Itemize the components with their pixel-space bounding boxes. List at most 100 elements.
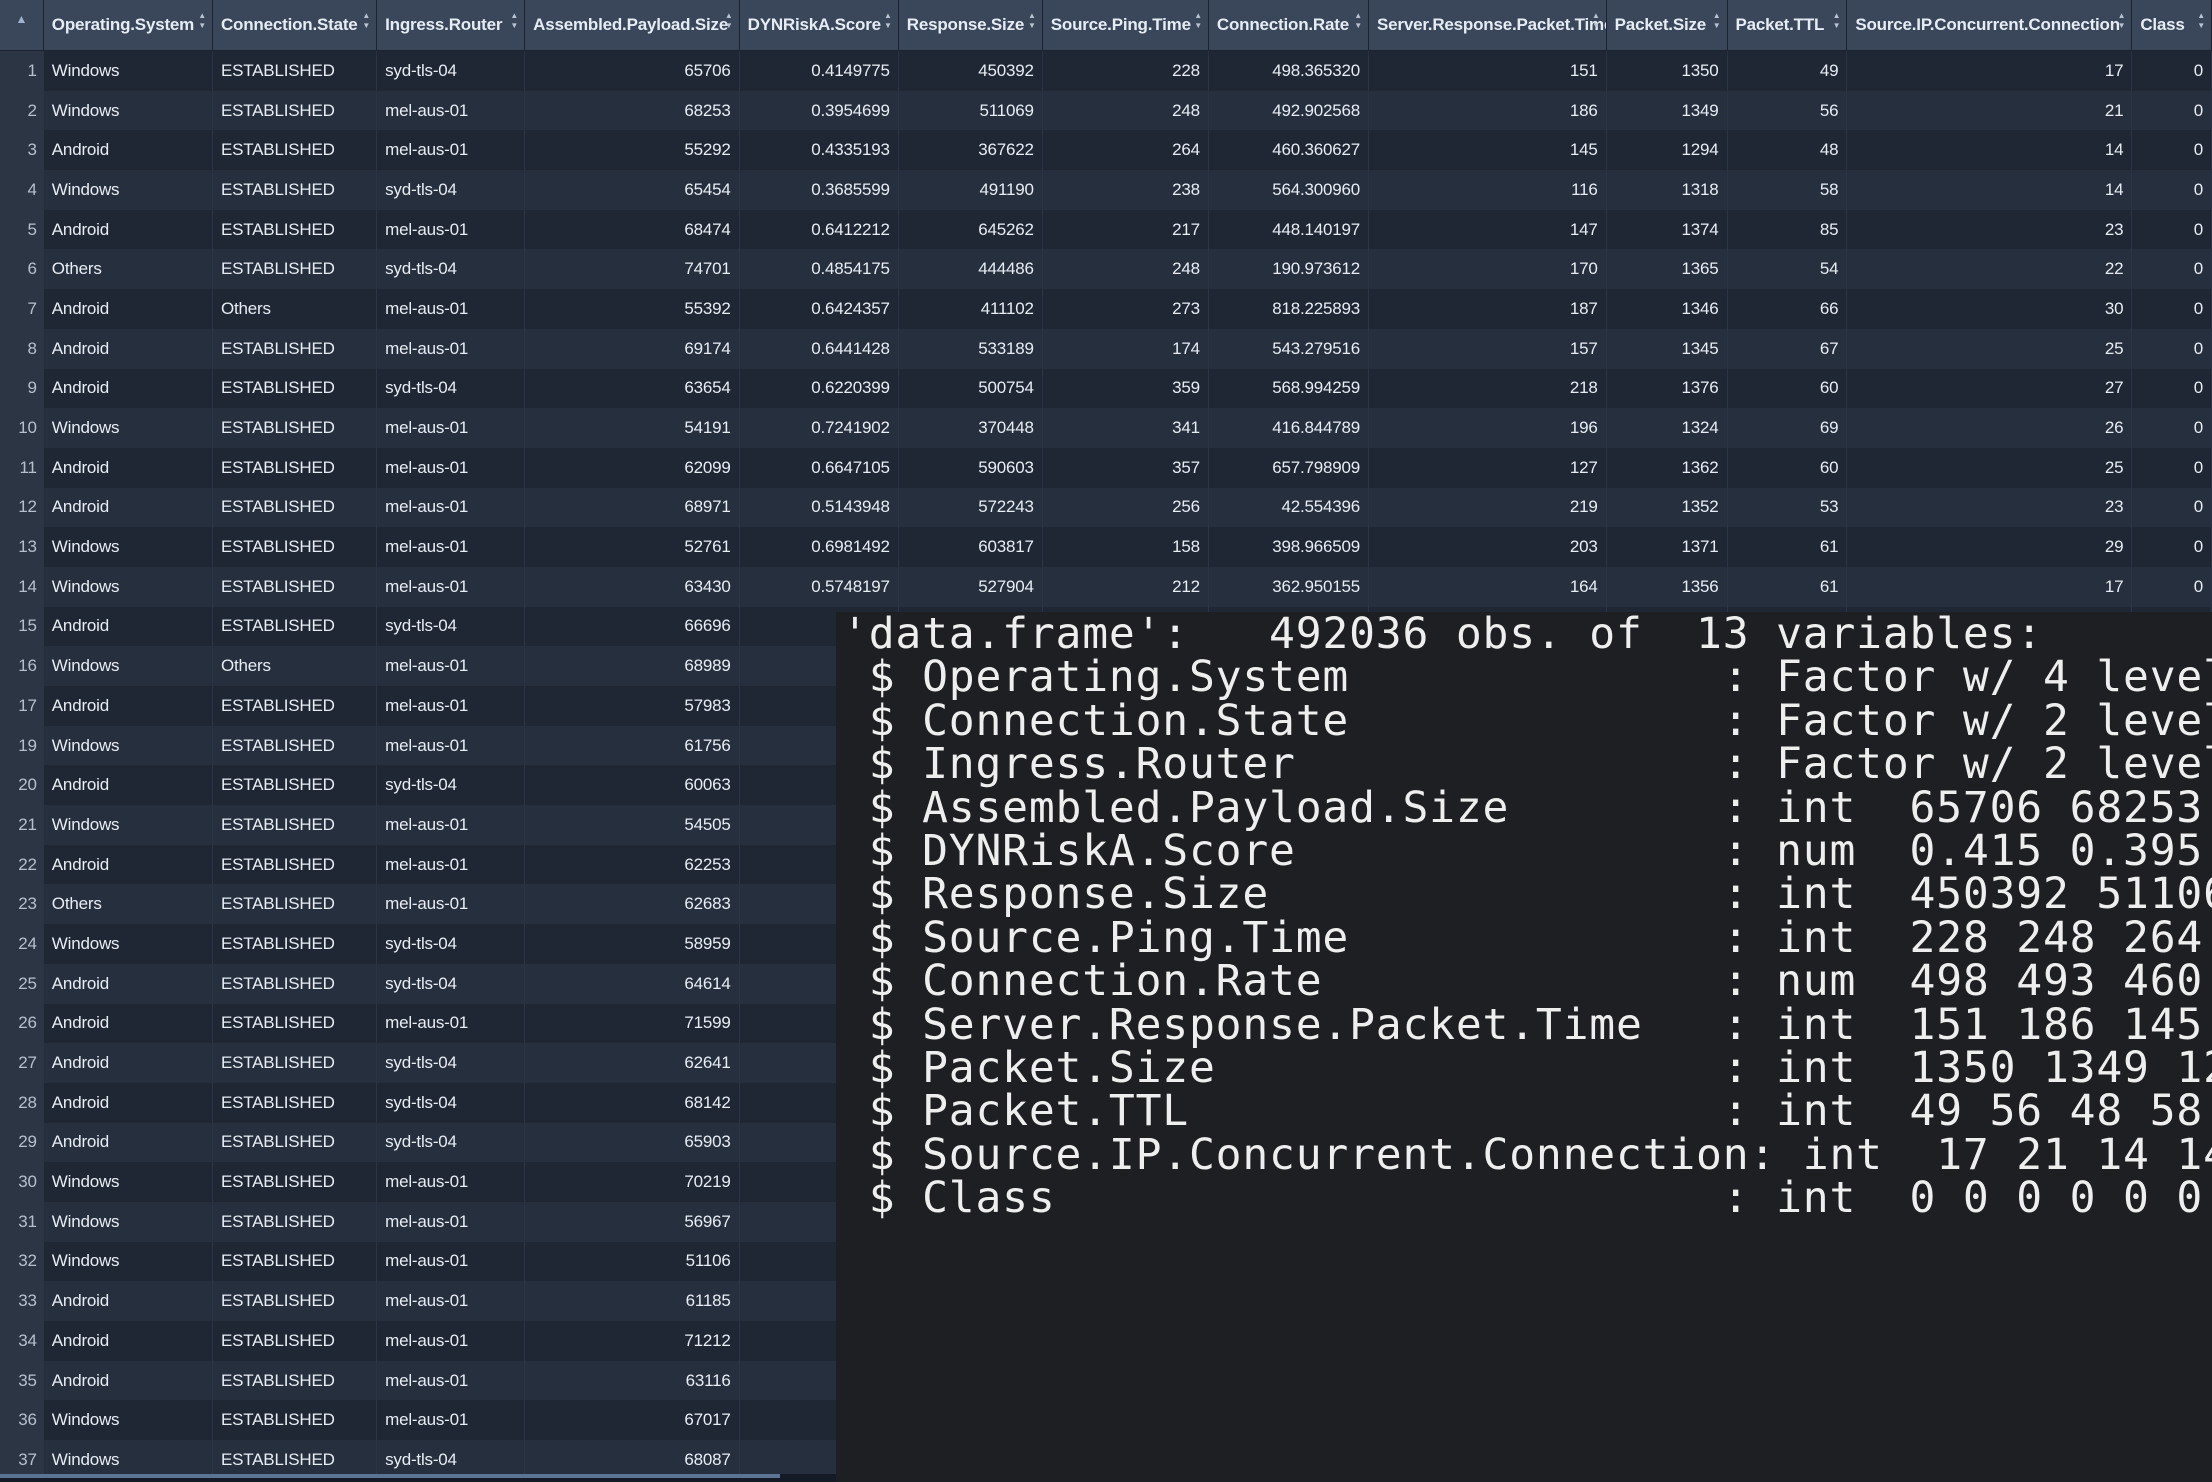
- sort-arrows-icon[interactable]: ▲ ▼: [362, 11, 370, 31]
- sort-arrows-icon[interactable]: ▲ ▼: [510, 11, 518, 31]
- row-number: 17: [0, 686, 44, 726]
- table-cell: 62099: [524, 447, 740, 488]
- column-header-packet-size[interactable]: Packet.Size ▲ ▼: [1606, 0, 1728, 51]
- table-row[interactable]: 3 Android ESTABLISHED mel-aus-01 55292 0.4335…: [0, 130, 2212, 171]
- column-header-packet-ttl[interactable]: Packet.TTL ▲ ▼: [1727, 0, 1848, 51]
- table-row[interactable]: 7 Android Others mel-aus-01 55392 0.6424357 41…: [0, 289, 2212, 329]
- table-cell: syd-tls-04: [376, 170, 526, 210]
- table-cell: Windows: [43, 805, 213, 845]
- table-row[interactable]: 4 Windows ESTABLISHED syd-tls-04 65454 0.3685…: [0, 170, 2212, 210]
- sort-arrows-icon[interactable]: ▲ ▼: [884, 11, 892, 31]
- table-cell: 145: [1368, 130, 1607, 171]
- table-cell: 1294: [1606, 130, 1728, 171]
- table-cell: 65454: [524, 170, 740, 210]
- table-cell: ESTABLISHED: [212, 1043, 378, 1083]
- table-cell: 1376: [1606, 368, 1728, 409]
- table-row[interactable]: 10 Windows ESTABLISHED mel-aus-01 54191 0.724…: [0, 408, 2212, 448]
- table-cell: ESTABLISHED: [212, 487, 378, 528]
- table-row[interactable]: 2 Windows ESTABLISHED mel-aus-01 68253 0.3954…: [0, 90, 2212, 131]
- table-cell: Android: [43, 844, 213, 885]
- table-cell: mel-aus-01: [376, 487, 526, 528]
- row-number: 15: [0, 606, 44, 647]
- table-row[interactable]: 1 Windows ESTABLISHED syd-tls-04 65706 0.4149…: [0, 50, 2212, 91]
- column-header-connection-rate[interactable]: Connection.Rate ▲ ▼: [1208, 0, 1370, 51]
- table-cell: mel-aus-01: [376, 447, 526, 488]
- sort-arrows-icon[interactable]: ▲ ▼: [1194, 11, 1202, 31]
- row-number: 7: [0, 289, 44, 329]
- sort-arrows-icon[interactable]: ▲ ▼: [1713, 11, 1721, 31]
- table-cell: mel-aus-01: [376, 566, 526, 607]
- row-number: 34: [0, 1321, 44, 1361]
- table-cell: 0.4335193: [739, 130, 899, 171]
- sort-arrows-icon[interactable]: ▲ ▼: [1354, 11, 1362, 31]
- scrollbar-thumb[interactable]: [0, 1474, 780, 1478]
- table-cell: 492.902568: [1208, 90, 1370, 131]
- table-cell: 564.300960: [1208, 170, 1370, 210]
- row-number: 30: [0, 1162, 44, 1202]
- row-number: 27: [0, 1043, 44, 1083]
- table-cell: 527904: [898, 566, 1043, 607]
- table-row[interactable]: 12 Android ESTABLISHED mel-aus-01 68971 0.514…: [0, 487, 2212, 528]
- column-header-response-size[interactable]: Response.Size ▲ ▼: [898, 0, 1043, 51]
- table-cell: Windows: [43, 90, 213, 131]
- column-header-assembled-payload-size[interactable]: Assembled.Payload.Size ▲ ▼: [524, 0, 740, 51]
- table-cell: 27: [1846, 368, 2133, 409]
- table-cell: 65903: [524, 1122, 740, 1163]
- column-header-ingress-router[interactable]: Ingress.Router ▲ ▼: [376, 0, 526, 51]
- column-header-label: Class: [2140, 15, 2185, 34]
- row-number: 11: [0, 447, 44, 488]
- table-row[interactable]: 14 Windows ESTABLISHED mel-aus-01 63430 0.574…: [0, 566, 2212, 607]
- table-cell: ESTABLISHED: [212, 1360, 378, 1401]
- table-cell: Android: [43, 963, 213, 1004]
- table-row[interactable]: 13 Windows ESTABLISHED mel-aus-01 52761 0.698…: [0, 527, 2212, 567]
- table-cell: mel-aus-01: [376, 725, 526, 766]
- sort-arrows-icon[interactable]: ▲ ▼: [1592, 11, 1600, 31]
- table-cell: ESTABLISHED: [212, 1003, 378, 1044]
- column-header-dynriska-score[interactable]: DYNRiskA.Score ▲ ▼: [739, 0, 899, 51]
- sort-arrows-icon[interactable]: ▲ ▼: [2118, 11, 2126, 31]
- row-number: 6: [0, 249, 44, 290]
- table-row[interactable]: 11 Android ESTABLISHED mel-aus-01 62099 0.664…: [0, 447, 2212, 488]
- table-cell: syd-tls-04: [376, 924, 526, 964]
- table-cell: ESTABLISHED: [212, 1201, 378, 1242]
- table-cell: mel-aus-01: [376, 1321, 526, 1361]
- table-row[interactable]: 9 Android ESTABLISHED syd-tls-04 63654 0.6220…: [0, 368, 2212, 409]
- table-cell: 25: [1846, 328, 2133, 369]
- table-cell: 22: [1846, 249, 2133, 290]
- sort-arrows-icon[interactable]: ▲ ▼: [2197, 11, 2205, 31]
- table-cell: mel-aus-01: [376, 1360, 526, 1401]
- table-row[interactable]: 5 Android ESTABLISHED mel-aus-01 68474 0.6412…: [0, 209, 2212, 250]
- column-header-operating-system[interactable]: Operating.System ▲ ▼: [43, 0, 213, 51]
- column-header-connection-state[interactable]: Connection.State ▲ ▼: [212, 0, 378, 51]
- table-cell: 0.6441428: [739, 328, 899, 369]
- sort-arrows-icon[interactable]: ▲ ▼: [198, 11, 206, 31]
- table-cell: 186: [1368, 90, 1607, 131]
- sort-arrows-icon[interactable]: ▲ ▼: [1833, 11, 1841, 31]
- table-cell: mel-aus-01: [376, 1162, 526, 1202]
- table-row[interactable]: 6 Others ESTABLISHED syd-tls-04 74701 0.48541…: [0, 249, 2212, 290]
- table-cell: Android: [43, 606, 213, 647]
- table-cell: Android: [43, 368, 213, 409]
- header-row: ▲ Operating.System ▲ ▼ Connection.State ▲ ▼ In…: [0, 0, 2212, 51]
- column-header-server-response-packet-time[interactable]: Server.Response.Packet.Time ▲ ▼: [1368, 0, 1607, 51]
- column-header-source-ip-concurrent-connection[interactable]: Source.IP.Concurrent.Connection ▲ ▼: [1846, 0, 2133, 51]
- table-cell: Android: [43, 765, 213, 806]
- table-cell: 58959: [524, 924, 740, 964]
- table-cell: 60063: [524, 765, 740, 806]
- table-cell: 0: [2131, 447, 2212, 488]
- column-header-source-ping-time[interactable]: Source.Ping.Time ▲ ▼: [1042, 0, 1209, 51]
- column-header-class[interactable]: Class ▲ ▼: [2131, 0, 2212, 51]
- row-number: 22: [0, 844, 44, 885]
- table-cell: 147: [1368, 209, 1607, 250]
- row-index-header[interactable]: ▲: [0, 0, 44, 51]
- table-row[interactable]: 8 Android ESTABLISHED mel-aus-01 69174 0.6441…: [0, 328, 2212, 369]
- sort-arrows-icon[interactable]: ▲ ▼: [1028, 11, 1036, 31]
- table-cell: 0: [2131, 130, 2212, 171]
- sort-up-icon[interactable]: ▲: [0, 13, 42, 25]
- sort-arrows-icon[interactable]: ▲ ▼: [725, 11, 733, 31]
- table-cell: 0: [2131, 50, 2212, 91]
- column-header-label: Source.Ping.Time: [1050, 15, 1191, 34]
- table-cell: 450392: [898, 50, 1043, 91]
- table-cell: Windows: [43, 646, 213, 686]
- table-cell: 56967: [524, 1201, 740, 1242]
